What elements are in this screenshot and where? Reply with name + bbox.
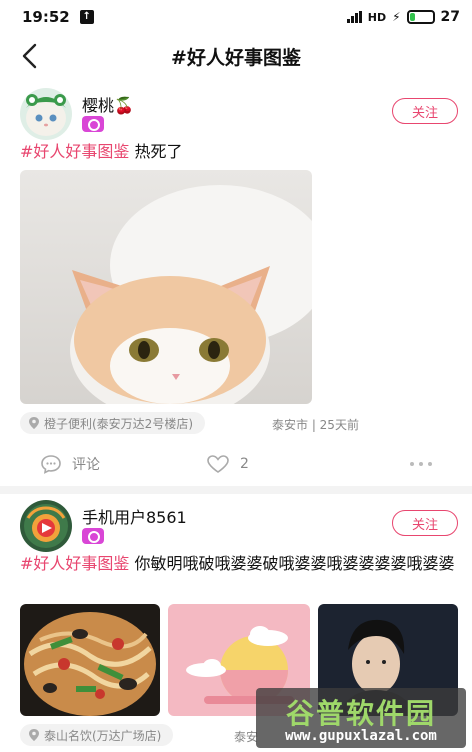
post-card[interactable]: 樱桃🍒 关注 #好人好事图鉴 热死了 橙子便利(泰安万达2号楼店) 泰安市 | …: [0, 82, 472, 486]
post-text: #好人好事图鉴 你敏明哦破哦婆婆破哦婆婆哦婆婆婆婆哦婆婆: [20, 552, 458, 576]
battery-percent: 27: [440, 9, 460, 25]
divider: [0, 486, 472, 494]
post-text: #好人好事图鉴 热死了: [20, 140, 458, 164]
avatar[interactable]: [20, 500, 72, 552]
page-header: #好人好事图鉴: [0, 34, 472, 78]
like-count: 2: [240, 456, 249, 472]
post-meta: 泰安: [234, 730, 259, 744]
username[interactable]: 手机用户8561: [82, 504, 187, 528]
noodles-photo: [20, 604, 160, 716]
post-image[interactable]: [20, 170, 312, 404]
chevron-left-icon: [22, 43, 37, 69]
comment-button[interactable]: 评论: [40, 454, 100, 474]
user-level-badge: [82, 528, 104, 544]
status-bar: 19:52 ↑ HD ⚡ 27: [0, 0, 472, 34]
comment-label: 评论: [72, 457, 100, 473]
location-chip[interactable]: 橙子便利(泰安万达2号楼店): [20, 412, 205, 434]
comment-icon: [41, 455, 61, 474]
back-button[interactable]: [14, 40, 44, 72]
location-text: 泰山名饮(万达广场店): [44, 728, 162, 743]
user-level-badge: [82, 116, 104, 132]
follow-button[interactable]: 关注: [392, 98, 458, 124]
topic-tag[interactable]: #好人好事图鉴: [20, 142, 129, 161]
kitten-photo: [20, 170, 312, 404]
cellular-signal-icon: [346, 11, 362, 23]
location-pin-icon: [29, 729, 39, 741]
watermark-url: www.gupuxlazal.com: [285, 728, 437, 744]
watermark-logo: 谷普软件园 www.gupuxlazal.com: [256, 688, 466, 748]
battery-icon: [406, 10, 435, 24]
charging-icon: ⚡: [392, 10, 401, 24]
avatar[interactable]: [20, 88, 72, 140]
upload-icon: ↑: [79, 10, 94, 24]
username[interactable]: 樱桃🍒: [82, 92, 134, 116]
post-body: 你敏明哦破哦婆婆破哦婆婆哦婆婆婆婆哦婆婆: [129, 554, 455, 573]
post-actions: 评论 2: [0, 442, 472, 486]
watermark-title: 谷普软件园: [285, 697, 436, 730]
post-body: 热死了: [129, 142, 183, 161]
page-title: #好人好事图鉴: [171, 46, 301, 69]
topic-tag[interactable]: #好人好事图鉴: [20, 554, 129, 573]
location-chip[interactable]: 泰山名饮(万达广场店): [20, 724, 174, 746]
post-image[interactable]: [20, 604, 160, 716]
like-button[interactable]: 2: [206, 454, 249, 474]
heart-icon: [207, 455, 229, 473]
hd-icon: HD: [367, 10, 387, 24]
status-time: 19:52: [22, 8, 70, 26]
battery-level: [409, 13, 416, 21]
location-pin-icon: [29, 417, 39, 429]
follow-button[interactable]: 关注: [392, 510, 458, 536]
post-meta: 泰安市 | 25天前: [272, 418, 359, 432]
more-icon[interactable]: [410, 462, 432, 466]
location-text: 橙子便利(泰安万达2号楼店): [44, 416, 193, 431]
